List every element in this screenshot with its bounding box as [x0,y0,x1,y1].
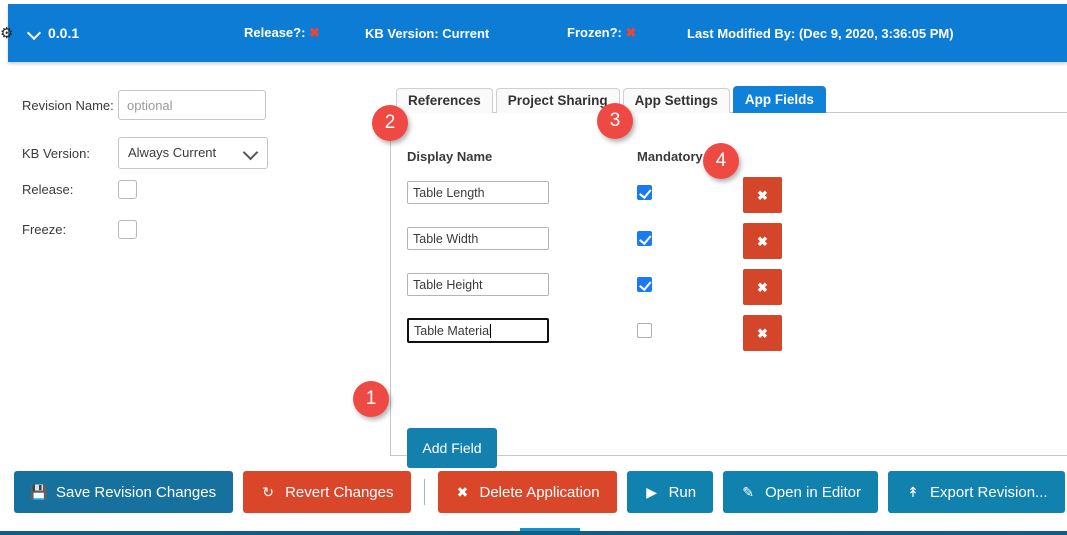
revision-name-label: Revision Name: [22,97,114,113]
revision-name-input[interactable] [118,90,266,120]
pencil-icon: ✎ [742,484,754,500]
bottom-toolbar: 💾 Save Revision Changes ↻ Revert Changes… [0,468,1067,516]
field-display-name-input[interactable] [407,181,549,204]
run-label: Run [668,483,697,501]
close-x-icon: ✖ [456,484,469,500]
revert-changes-button[interactable]: ↻ Revert Changes [243,471,411,513]
column-header-mandatory: Mandatory [637,149,703,164]
kb-version-label: KB Version: [22,145,90,161]
play-triangle-icon: ▶ [646,484,657,500]
annotation-badge-2: 2 [372,105,408,141]
header-last-modified: Last Modified By: (Dec 9, 2020, 3:36:05 … [687,25,954,41]
release-label: Release?: [244,25,306,40]
tab-app-fields[interactable]: App Fields [732,86,826,113]
save-revision-changes-label: Save Revision Changes [56,483,217,501]
header-release-status: Release?: ✖ [244,25,320,41]
floppy-disk-icon: 💾 [30,484,48,500]
field-mandatory-cell [637,231,652,246]
freeze-checkbox[interactable] [118,220,137,239]
release-row: Release: [22,180,137,199]
delete-field-button[interactable]: ✖ [743,269,782,305]
field-display-name-input[interactable] [407,273,549,296]
run-button[interactable]: ▶ Run [626,471,714,513]
freeze-label: Freeze: [22,222,67,237]
table-row: ✖ [391,315,1067,361]
revision-header-bar: ⚙ 0.0.1 Release?: ✖ KB Version: Current … [0,4,1067,62]
open-in-editor-button[interactable]: ✎ Open in Editor [723,471,879,513]
tab-references[interactable]: References [396,88,493,113]
version-label: 0.0.1 [48,25,80,41]
field-mandatory-checkbox[interactable] [637,231,652,246]
field-mandatory-cell [637,185,652,200]
export-revision-button[interactable]: ↟ Export Revision... [888,471,1065,513]
tab-app-settings[interactable]: App Settings [622,88,730,113]
export-revision-label: Export Revision... [930,483,1048,501]
delete-field-button[interactable]: ✖ [743,177,782,213]
kb-version-select[interactable]: Always Current [118,137,268,169]
revision-name-row: Revision Name: [22,90,266,120]
release-x-icon: ✖ [309,25,320,40]
annotation-badge-1: 1 [353,381,389,417]
version-toggle[interactable]: 0.0.1 [28,25,79,41]
page-bottom-accent-bar [0,528,1067,535]
field-mandatory-cell [637,277,652,292]
delete-application-button[interactable]: ✖ Delete Application [437,471,617,513]
open-in-editor-label: Open in Editor [765,483,862,501]
field-mandatory-checkbox[interactable] [637,185,652,200]
header-frozen-status: Frozen?: ✖ [567,25,636,41]
frozen-label: Frozen?: [567,25,622,40]
field-mandatory-cell [637,323,652,338]
truncated-left-icon: ⚙ [0,26,14,42]
field-display-name-input[interactable] [407,318,549,343]
annotation-badge-4: 4 [703,143,739,179]
application-root: ⚙ 0.0.1 Release?: ✖ KB Version: Current … [0,0,1067,535]
kb-version-row: KB Version: Always Current [22,137,268,169]
table-row: ✖ [391,223,1067,269]
chevron-down-icon [28,27,41,40]
upload-icon: ↟ [907,484,919,500]
revert-changes-label: Revert Changes [285,483,394,501]
delete-field-button[interactable]: ✖ [743,315,782,351]
save-revision-changes-button[interactable]: 💾 Save Revision Changes [14,471,234,513]
table-row: ✖ [391,177,1067,223]
delete-application-label: Delete Application [479,483,600,501]
annotation-badge-3: 3 [597,103,633,139]
undo-arrow-icon: ↻ [262,484,274,500]
freeze-row: Freeze: [22,220,137,239]
field-display-name-input[interactable] [407,227,549,250]
app-tabs-area: References Project Sharing App Settings … [390,86,1067,468]
text-cursor [490,324,491,338]
chevron-down-icon [245,147,257,159]
field-mandatory-checkbox[interactable] [637,277,652,292]
toolbar-divider [423,479,425,505]
release-label: Release: [22,182,74,197]
release-checkbox[interactable] [118,180,137,199]
revision-form-panel: Revision Name: KB Version: Always Curren… [0,80,380,460]
header-kb-version: KB Version: Current [365,25,490,41]
frozen-x-icon: ✖ [625,25,637,40]
field-mandatory-checkbox[interactable] [637,323,652,338]
column-header-display-name: Display Name [407,149,493,164]
table-row: ✖ [391,269,1067,315]
delete-field-button[interactable]: ✖ [743,223,782,259]
add-field-button[interactable]: Add Field [407,428,497,468]
